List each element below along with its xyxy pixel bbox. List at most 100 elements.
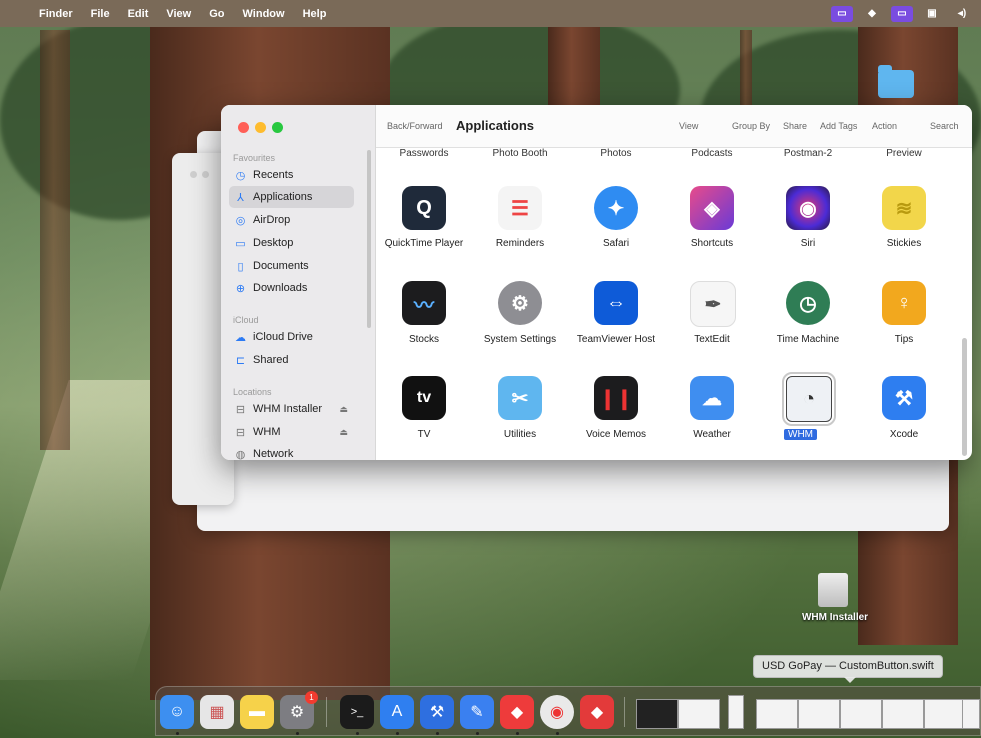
- window-thumbnail[interactable]: [636, 699, 678, 729]
- sidebar-item-network[interactable]: ◍ Network: [229, 443, 354, 460]
- sidebar-item-documents[interactable]: ▯ Documents: [229, 255, 354, 277]
- chrome-icon[interactable]: ◉: [540, 695, 574, 729]
- anydesk-downloader-icon[interactable]: ◆: [580, 695, 614, 729]
- menu-window[interactable]: Window: [234, 8, 294, 20]
- weather-icon: ☁: [690, 376, 734, 420]
- cloud-icon: ☁: [235, 331, 246, 344]
- sidebar-item-label: Network: [253, 448, 294, 460]
- window-thumbnail[interactable]: [840, 699, 882, 729]
- app-store-icon[interactable]: A: [380, 695, 414, 729]
- shortcuts-icon: ◈: [690, 186, 734, 230]
- add-tags-button[interactable]: Add Tags: [820, 121, 857, 131]
- app-label: Safari: [602, 238, 630, 249]
- xcode-icon[interactable]: ⚒: [420, 695, 454, 729]
- sidebar-item-label: Shared: [253, 354, 289, 366]
- eject-icon[interactable]: ⏏: [339, 404, 348, 415]
- window-thumbnail[interactable]: [882, 699, 924, 729]
- document-thumbnail[interactable]: [728, 695, 744, 729]
- menu-edit[interactable]: Edit: [119, 8, 158, 20]
- menu-help[interactable]: Help: [294, 8, 336, 20]
- group-by-button[interactable]: Group By: [732, 121, 770, 131]
- traffic-lights: [238, 122, 283, 133]
- menu-finder[interactable]: Finder: [30, 8, 82, 20]
- sidebar-item-icloud-drive[interactable]: ☁ iCloud Drive: [229, 326, 354, 348]
- app-label-podcasts[interactable]: Podcasts: [664, 148, 760, 159]
- sidebar-scrollbar[interactable]: [367, 150, 371, 328]
- sidebar-item-recents[interactable]: ◷ Recents: [229, 164, 354, 186]
- sidebar-section-favourites: Favourites: [233, 153, 276, 163]
- utilities-folder-icon: ✂: [498, 376, 542, 420]
- textedit-icon: ✒: [690, 281, 736, 327]
- dock: ☺ ▦ ▬ ⚙ 1 >_ A ⚒ ✎ ◆ ◉ ◆: [155, 686, 981, 736]
- safari-icon: ✦: [594, 186, 638, 230]
- sidebar-item-shared[interactable]: ⊏ Shared: [229, 349, 354, 371]
- app-label-photos[interactable]: Photos: [568, 148, 664, 159]
- anydesk-icon[interactable]: ◆: [500, 695, 534, 729]
- battery-icon[interactable]: ▣: [921, 6, 943, 22]
- app-label-photo-booth[interactable]: Photo Booth: [472, 148, 568, 159]
- app-label: TeamViewer Host: [576, 334, 656, 345]
- sidebar-section-icloud: iCloud: [233, 315, 259, 325]
- app-label: Siri: [800, 238, 816, 249]
- terminal-icon[interactable]: >_: [340, 695, 374, 729]
- search-button[interactable]: Search: [930, 121, 959, 131]
- menu-go[interactable]: Go: [200, 8, 233, 20]
- window-thumbnail[interactable]: [924, 699, 966, 729]
- screen-share-icon[interactable]: ▭: [831, 5, 853, 22]
- notification-badge: 1: [305, 691, 318, 704]
- download-icon: ⊕: [235, 282, 246, 295]
- window-thumbnail[interactable]: [798, 699, 840, 729]
- voice-memos-icon: ❙❙: [594, 376, 638, 420]
- window-title: Applications: [456, 118, 535, 133]
- drive-label[interactable]: WHM Installer: [790, 612, 880, 623]
- menu-file[interactable]: File: [82, 8, 119, 20]
- sidebar-item-label: Downloads: [253, 282, 308, 294]
- window-close-ghost: [190, 171, 197, 178]
- menu-view[interactable]: View: [157, 8, 200, 20]
- action-button[interactable]: Action: [872, 121, 897, 131]
- close-button[interactable]: [238, 122, 249, 133]
- minimize-button[interactable]: [255, 122, 266, 133]
- display-icon[interactable]: ▭: [891, 5, 913, 22]
- app-label: Stickies: [886, 238, 922, 249]
- content-scrollbar[interactable]: [962, 338, 967, 456]
- sidebar-item-downloads[interactable]: ⊕ Downloads: [229, 277, 354, 299]
- volume-icon[interactable]: ◂): [951, 6, 973, 22]
- running-indicator: [396, 732, 399, 735]
- zoom-button[interactable]: [272, 122, 283, 133]
- sidebar-item-whm[interactable]: ⊟ WHM ⏏: [229, 421, 354, 443]
- finder-icon[interactable]: ☺: [160, 695, 194, 729]
- view-button[interactable]: View: [679, 121, 698, 131]
- app-label: Time Machine: [776, 334, 840, 345]
- applications-icon: ⅄: [237, 191, 244, 204]
- window-thumbnail[interactable]: [962, 699, 980, 729]
- sidebar-item-applications[interactable]: ⅄ Applications: [229, 186, 354, 208]
- menu-bar: Finder File Edit View Go Window Help ▭ ◆…: [0, 0, 981, 27]
- app-label-passwords[interactable]: Passwords: [376, 148, 472, 159]
- window-thumbnail[interactable]: [678, 699, 720, 729]
- app-label-preview[interactable]: Preview: [856, 148, 952, 159]
- window-thumbnail[interactable]: [756, 699, 798, 729]
- back-forward-button[interactable]: Back/Forward: [387, 121, 443, 131]
- running-indicator: [436, 732, 439, 735]
- system-settings-icon[interactable]: ⚙ 1: [280, 691, 318, 729]
- anydesk-status-icon[interactable]: ◆: [861, 6, 883, 22]
- desktop-icon: ▭: [235, 237, 246, 250]
- launchpad-icon[interactable]: ▦: [200, 695, 234, 729]
- sidebar-section-locations: Locations: [233, 387, 272, 397]
- dock-separator: [326, 697, 327, 727]
- sidebar-item-airdrop[interactable]: ◎ AirDrop: [229, 209, 354, 231]
- eject-icon[interactable]: ⏏: [339, 427, 348, 438]
- sidebar-item-whm-installer[interactable]: ⊟ WHM Installer ⏏: [229, 398, 354, 420]
- app-label-postman[interactable]: Postman-2: [760, 148, 856, 159]
- external-drive-icon[interactable]: [818, 573, 848, 607]
- sidebar-item-desktop[interactable]: ▭ Desktop: [229, 232, 354, 254]
- window-minimize-ghost: [202, 171, 209, 178]
- desktop-folder-icon[interactable]: [878, 65, 914, 98]
- share-button[interactable]: Share: [783, 121, 807, 131]
- finder-toolbar: Back/Forward Applications View Group By …: [376, 105, 972, 148]
- tree-trunk: [740, 30, 752, 110]
- xcode-alt-icon[interactable]: ✎: [460, 695, 494, 729]
- quicktime-icon: Q: [402, 186, 446, 230]
- notes-icon[interactable]: ▬: [240, 695, 274, 729]
